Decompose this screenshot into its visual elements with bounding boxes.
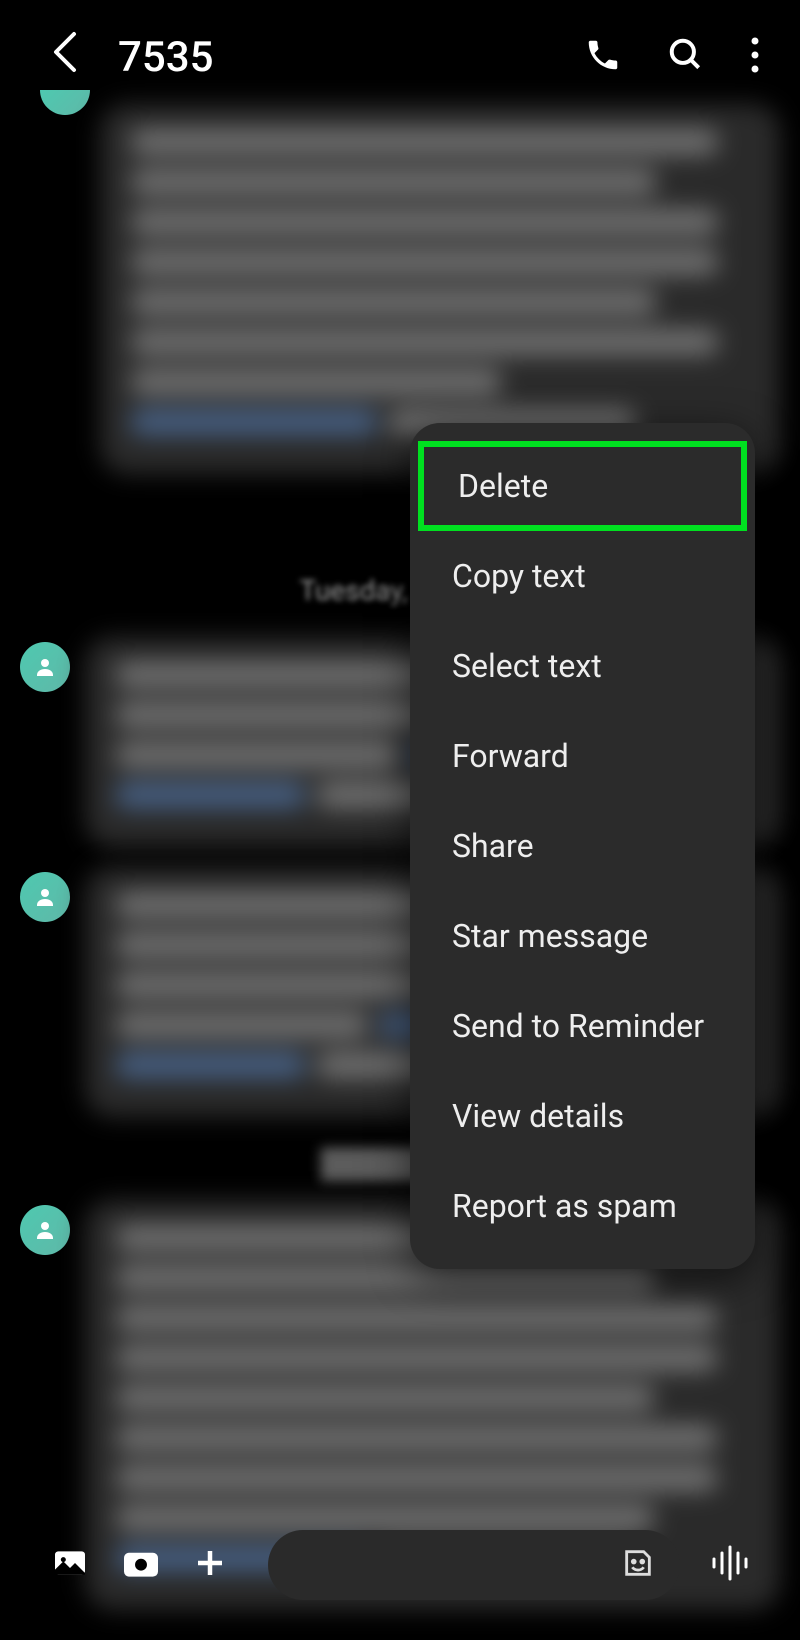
contact-avatar[interactable] xyxy=(20,642,70,692)
menu-share[interactable]: Share xyxy=(410,801,755,891)
sticker-icon[interactable] xyxy=(621,1546,655,1584)
menu-delete[interactable]: Delete xyxy=(418,441,747,531)
menu-forward[interactable]: Forward xyxy=(410,711,755,801)
header-actions xyxy=(584,35,760,79)
message-input[interactable] xyxy=(268,1530,680,1600)
gallery-icon[interactable] xyxy=(50,1543,90,1587)
camera-icon[interactable] xyxy=(120,1546,162,1584)
menu-copy-text[interactable]: Copy text xyxy=(410,531,755,621)
contact-avatar[interactable] xyxy=(20,1205,70,1255)
menu-report-spam[interactable]: Report as spam xyxy=(410,1161,755,1251)
search-icon[interactable] xyxy=(667,36,705,78)
menu-select-text[interactable]: Select text xyxy=(410,621,755,711)
contact-avatar[interactable] xyxy=(20,872,70,922)
voice-icon[interactable] xyxy=(710,1545,750,1585)
back-icon[interactable] xyxy=(50,30,78,84)
conversation-header: 7535 xyxy=(0,0,800,104)
contact-title[interactable]: 7535 xyxy=(118,33,554,82)
menu-send-reminder[interactable]: Send to Reminder xyxy=(410,981,755,1071)
call-icon[interactable] xyxy=(584,36,622,78)
message-context-menu: Delete Copy text Select text Forward Sha… xyxy=(410,423,755,1269)
add-icon[interactable] xyxy=(192,1545,228,1585)
menu-star-message[interactable]: Star message xyxy=(410,891,755,981)
menu-view-details[interactable]: View details xyxy=(410,1071,755,1161)
message-bubble[interactable] xyxy=(100,104,780,474)
compose-bar xyxy=(0,1530,800,1600)
message-row[interactable] xyxy=(100,104,780,474)
more-options-icon[interactable] xyxy=(750,35,760,79)
